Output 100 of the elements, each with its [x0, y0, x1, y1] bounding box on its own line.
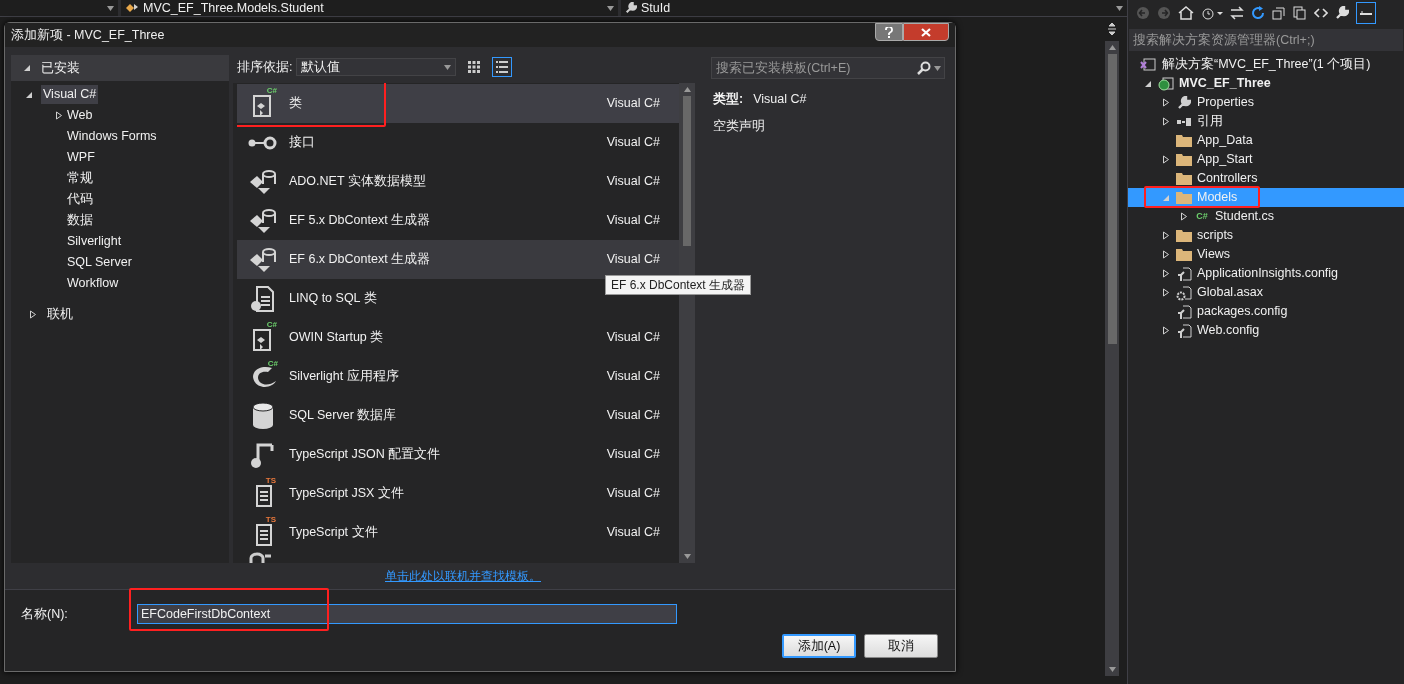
expand-arrow-icon[interactable] — [55, 111, 63, 120]
splitter-icon[interactable] — [1107, 22, 1117, 36]
template-item[interactable]: ADO.NET 实体数据模型 — [237, 162, 597, 201]
tree-item[interactable]: 引用 — [1128, 112, 1404, 131]
expand-arrow-icon[interactable] — [1162, 117, 1170, 126]
tree-item[interactable]: Views — [1128, 245, 1404, 264]
tree-item[interactable]: MVC_EF_Three — [1128, 74, 1404, 93]
template-item[interactable]: C# 类 — [237, 84, 597, 123]
expand-arrow-icon[interactable] — [1162, 250, 1170, 259]
dialog-button[interactable]: 取消 — [864, 634, 938, 658]
scroll-thumb[interactable] — [683, 96, 691, 246]
folder-icon — [1176, 134, 1192, 147]
wrench-icon — [1177, 95, 1191, 110]
scroll-down-icon[interactable] — [683, 554, 691, 559]
editor-scrollbar[interactable] — [1105, 17, 1119, 676]
folder-icon — [1176, 248, 1192, 261]
scroll-thumb[interactable] — [1107, 54, 1117, 344]
dropdown-arrow-icon[interactable] — [934, 65, 941, 71]
expand-arrow-icon[interactable] — [1162, 98, 1170, 107]
sort-dropdown[interactable]: 默认值 — [296, 58, 457, 76]
category-item[interactable]: 代码 — [67, 190, 93, 209]
type-label: 类型: — [713, 91, 744, 108]
badge-label: C# — [267, 359, 278, 368]
tree-item[interactable]: Global.asax — [1128, 283, 1404, 302]
tree-item[interactable]: packages.config — [1128, 302, 1404, 321]
file-type-label: C# — [1196, 212, 1208, 221]
tree-item[interactable]: App_Start — [1128, 150, 1404, 169]
wrench-icon[interactable] — [1335, 6, 1349, 20]
template-item[interactable]: C# OWIN Startup 类 — [237, 318, 597, 357]
tree-item[interactable]: Properties — [1128, 93, 1404, 112]
scroll-up-icon[interactable] — [683, 87, 691, 92]
template-item[interactable]: TS TypeScript JSX 文件 — [237, 474, 597, 513]
expand-arrow-icon[interactable] — [1162, 326, 1170, 335]
tree-item[interactable]: ApplicationInsights.config — [1128, 264, 1404, 283]
list-view-button[interactable] — [492, 57, 513, 77]
name-field[interactable]: EFCodeFirstDbContext — [137, 604, 677, 624]
online-templates-link[interactable]: 单击此处以联机并查找模板。 — [385, 567, 541, 585]
online-header[interactable]: 联机 — [11, 304, 229, 325]
dropdown-arrow-icon[interactable] — [444, 64, 452, 70]
home-icon[interactable] — [1178, 6, 1194, 20]
tree-item-label: Models — [1197, 189, 1238, 207]
tree-item[interactable]: scripts — [1128, 226, 1404, 245]
pin-icon[interactable] — [1356, 2, 1376, 24]
category-item[interactable]: WPF — [67, 148, 95, 167]
template-language: Visual C# — [605, 134, 661, 152]
category-item[interactable]: Web — [67, 106, 93, 125]
template-item[interactable]: SQL Server 数据库 — [237, 396, 597, 435]
expand-arrow-icon[interactable] — [1162, 231, 1170, 240]
collapse-arrow-icon[interactable] — [1144, 79, 1152, 88]
type-dropdown[interactable]: MVC_EF_Three.Models.Student — [121, 0, 618, 16]
expand-arrow-icon[interactable] — [1162, 288, 1170, 297]
solution-search-field[interactable]: 搜索解决方案资源管理器(Ctrl+;) — [1129, 29, 1403, 51]
tree-item[interactable]: App_Data — [1128, 131, 1404, 150]
template-item[interactable]: TS TypeScript 文件 — [237, 513, 597, 552]
category-item[interactable]: Silverlight — [67, 232, 122, 251]
template-item[interactable]: C# Silverlight 应用程序 — [237, 357, 597, 396]
tree-item[interactable]: Controllers — [1128, 169, 1404, 188]
category-item[interactable]: Windows Forms — [67, 127, 157, 146]
copy-icon[interactable] — [1293, 6, 1307, 20]
refresh-icon[interactable] — [1251, 6, 1265, 20]
template-name: 接口 — [289, 134, 316, 152]
dropdown-arrow-icon[interactable] — [1116, 5, 1123, 11]
expand-arrow-icon[interactable] — [29, 310, 37, 319]
category-item[interactable]: Visual C# — [41, 85, 99, 104]
dropdown-arrow-icon[interactable] — [607, 5, 614, 11]
solution-label[interactable]: 解决方案“MVC_EF_Three”(1 个项目) — [1162, 55, 1371, 74]
category-item[interactable]: Workflow — [67, 274, 119, 293]
tree-item-label: scripts — [1197, 227, 1234, 245]
dropdown-arrow-icon[interactable] — [107, 5, 114, 11]
expand-arrow-icon[interactable] — [1180, 212, 1188, 221]
template-item[interactable]: LINQ to SQL 类 — [237, 279, 597, 318]
template-name: LINQ to SQL 类 — [289, 290, 378, 308]
expand-arrow-icon[interactable] — [1162, 269, 1170, 278]
scroll-up-icon[interactable] — [1108, 45, 1116, 50]
collapse-arrow-icon[interactable] — [23, 64, 31, 72]
search-icon[interactable] — [917, 61, 931, 75]
installed-header[interactable]: 已安装 — [11, 55, 229, 81]
template-search-field[interactable]: 搜索已安装模板(Ctrl+E) — [711, 57, 945, 79]
template-item[interactable]: TypeScript JSON 配置文件 — [237, 435, 597, 474]
help-button[interactable] — [875, 23, 903, 41]
collapse-all-icon[interactable] — [1272, 6, 1286, 20]
dialog-button[interactable]: 添加(A) — [782, 634, 856, 658]
tree-item[interactable]: Web.config — [1128, 321, 1404, 340]
category-item[interactable]: 数据 — [67, 211, 93, 230]
template-language: Visual C# — [605, 368, 661, 386]
tree-item[interactable]: C# Student.cs — [1128, 207, 1404, 226]
category-item[interactable]: 常规 — [67, 169, 93, 188]
code-icon[interactable] — [1314, 7, 1328, 19]
sync-icon[interactable] — [1230, 6, 1244, 20]
close-button[interactable] — [903, 23, 949, 41]
expand-arrow-icon[interactable] — [1162, 155, 1170, 164]
help-icon — [885, 26, 893, 38]
scroll-down-icon[interactable] — [1108, 667, 1116, 672]
template-item[interactable]: 接口 — [237, 123, 597, 162]
template-item[interactable]: EF 5.x DbContext 生成器 — [237, 201, 597, 240]
history-icon[interactable] — [1201, 6, 1223, 20]
category-item[interactable]: SQL Server — [67, 253, 132, 272]
member-dropdown[interactable]: StuId — [621, 0, 1127, 16]
template-item[interactable]: EF 6.x DbContext 生成器 — [237, 240, 597, 279]
collapse-arrow-icon[interactable] — [25, 90, 33, 99]
